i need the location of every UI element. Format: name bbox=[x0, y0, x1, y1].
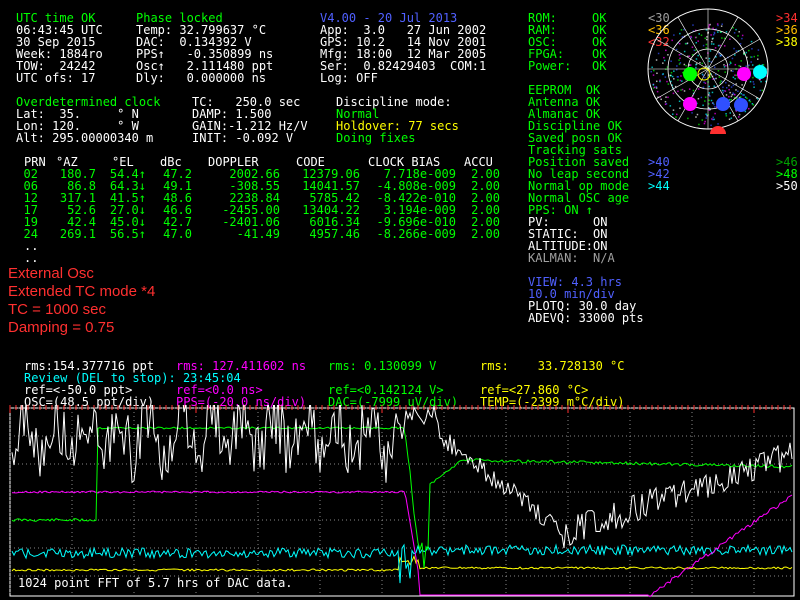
table-cell: 269.1 bbox=[59, 227, 96, 241]
log-status: Log: OFF bbox=[320, 71, 378, 85]
altitude: Alt: 295.00000340 m bbox=[16, 131, 154, 145]
temp-trace bbox=[11, 554, 793, 572]
sat-marker bbox=[716, 97, 730, 111]
note-line: External Osc bbox=[8, 265, 94, 282]
dac-rms: rms: 0.130099 V bbox=[328, 359, 437, 373]
table-cell: 47.0 bbox=[163, 227, 192, 241]
table-continuation: .. bbox=[24, 251, 39, 265]
table-cell: -41.49 bbox=[236, 227, 280, 241]
trend-plot[interactable] bbox=[0, 405, 800, 600]
satellite-sky-map bbox=[647, 8, 769, 134]
table-cell: 2.00 bbox=[471, 227, 500, 241]
health-value: OK bbox=[592, 59, 607, 73]
elevation-legend-item: >44 bbox=[648, 179, 670, 193]
elevation-legend-item: >50 bbox=[776, 179, 798, 193]
note-line: Extended TC mode *4 bbox=[8, 283, 156, 300]
sat-marker bbox=[683, 97, 697, 111]
init-voltage: INIT: -0.092 V bbox=[192, 131, 294, 145]
note-line: Damping = 0.75 bbox=[8, 319, 115, 336]
elevation-legend-item: >38 bbox=[776, 35, 798, 49]
osc-trace bbox=[11, 405, 793, 549]
utc-offset: UTC ofs: 17 bbox=[16, 71, 96, 85]
health-label: Power: bbox=[528, 59, 572, 73]
kalman-status: KALMAN: N/A bbox=[528, 251, 615, 265]
sat-marker bbox=[753, 65, 767, 79]
adev-queue: ADEVQ: 33000 pts bbox=[528, 311, 644, 325]
fft-caption: 1024 point FFT of 5.7 hrs of DAC data. bbox=[16, 576, 295, 590]
note-line: TC = 1000 sec bbox=[8, 301, 106, 318]
sat-marker bbox=[737, 67, 751, 81]
temp-rms: rms: 33.728130 °C bbox=[480, 359, 625, 373]
plot-ticks bbox=[9, 405, 791, 413]
table-cell: -8.266e-009 bbox=[376, 227, 456, 241]
sat-marker bbox=[683, 67, 697, 81]
sat-marker bbox=[734, 98, 748, 112]
delay-value: Dly: 0.000000 ns bbox=[136, 71, 267, 85]
table-cell: 4957.46 bbox=[309, 227, 360, 241]
table-cell: 56.5↑ bbox=[109, 227, 146, 241]
doing-fixes: Doing fixes bbox=[336, 131, 416, 145]
